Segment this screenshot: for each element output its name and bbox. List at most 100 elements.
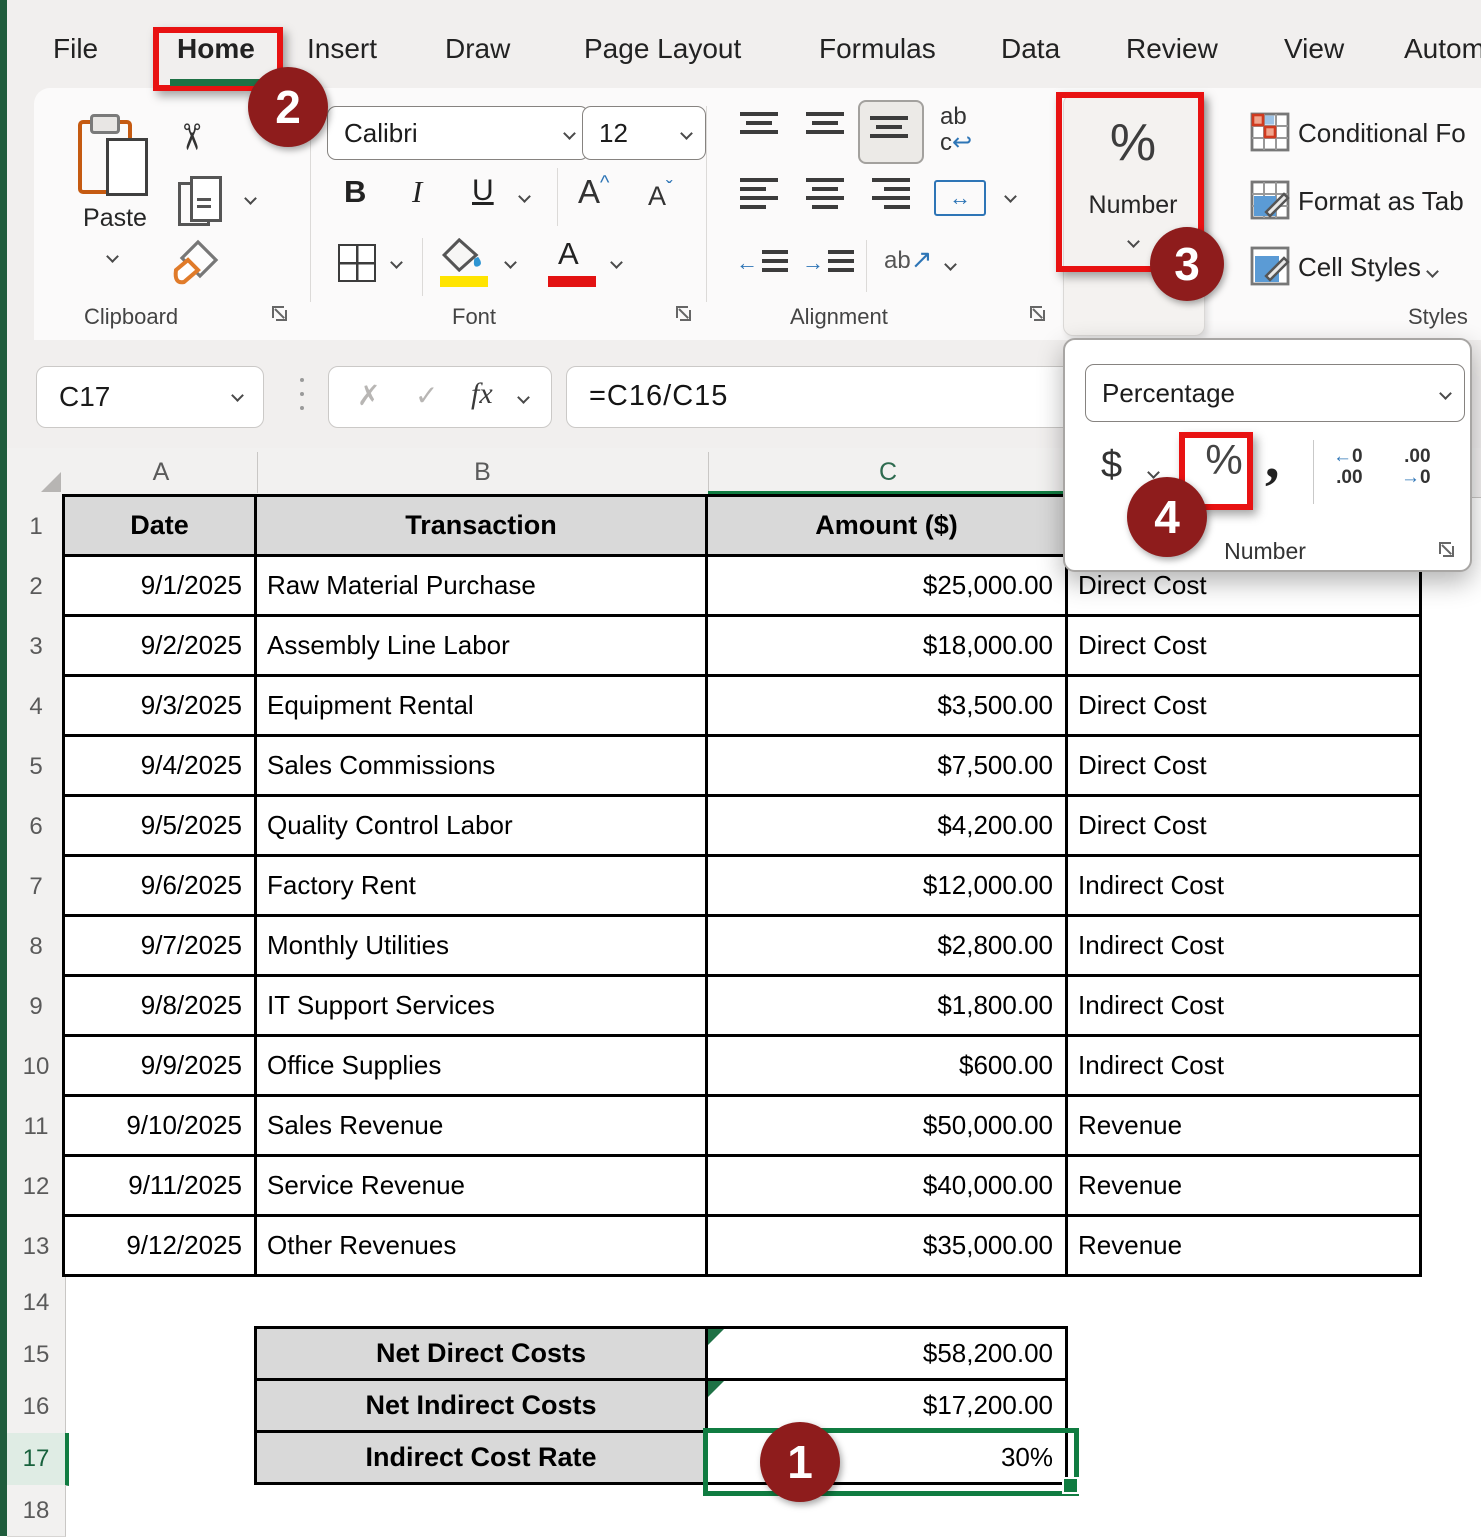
- cell-B7[interactable]: Factory Rent: [257, 857, 705, 914]
- decrease-decimal-button[interactable]: .00 →0: [1401, 446, 1431, 488]
- tab-page-layout[interactable]: Page Layout: [584, 24, 741, 74]
- tab-data[interactable]: Data: [1001, 24, 1060, 74]
- cell-B11[interactable]: Sales Revenue: [257, 1097, 705, 1154]
- cell-D7[interactable]: Indirect Cost: [1068, 857, 1419, 914]
- align-left-button[interactable]: [740, 178, 778, 209]
- row-header-18[interactable]: 18: [7, 1485, 66, 1537]
- cell-C4[interactable]: $3,500.00: [708, 677, 1065, 734]
- cell-C2[interactable]: $25,000.00: [708, 557, 1065, 614]
- middle-align-button[interactable]: [806, 112, 844, 134]
- cell-C8[interactable]: $2,800.00: [708, 917, 1065, 974]
- decrease-font-size-button[interactable]: Aˇ: [648, 178, 673, 212]
- column-header-A[interactable]: A: [65, 448, 257, 497]
- top-align-button[interactable]: [740, 112, 778, 134]
- increase-decimal-button[interactable]: ←0 .00: [1333, 446, 1363, 488]
- name-box-chevron[interactable]: [231, 389, 244, 402]
- cut-icon[interactable]: ✂: [170, 122, 212, 152]
- row-header-8[interactable]: 8: [7, 917, 66, 978]
- copy-icon[interactable]: [178, 176, 224, 226]
- format-painter-icon[interactable]: [172, 238, 220, 286]
- cell-B12[interactable]: Service Revenue: [257, 1157, 705, 1214]
- fill-handle[interactable]: [1062, 1477, 1079, 1494]
- tab-automate[interactable]: Autom: [1404, 24, 1481, 74]
- underline-button[interactable]: U: [472, 174, 494, 208]
- cell-styles-icon[interactable]: [1250, 246, 1290, 286]
- cell-A13[interactable]: 9/12/2025: [65, 1217, 254, 1274]
- cell-C15[interactable]: $58,200.00: [708, 1329, 1065, 1378]
- cell-C12[interactable]: $40,000.00: [708, 1157, 1065, 1214]
- cancel-icon[interactable]: ✗: [357, 379, 380, 412]
- cell-D6[interactable]: Direct Cost: [1068, 797, 1419, 854]
- row-header-3[interactable]: 3: [7, 617, 66, 678]
- cell-A10[interactable]: 9/9/2025: [65, 1037, 254, 1094]
- comma-style-button[interactable]: ,: [1265, 424, 1280, 491]
- cell-C10[interactable]: $600.00: [708, 1037, 1065, 1094]
- cell-D9[interactable]: Indirect Cost: [1068, 977, 1419, 1034]
- cell-A6[interactable]: 9/5/2025: [65, 797, 254, 854]
- row-header-17-selected[interactable]: 17: [7, 1433, 69, 1486]
- tab-draw[interactable]: Draw: [445, 24, 510, 74]
- cell-B4[interactable]: Equipment Rental: [257, 677, 705, 734]
- cell-A12[interactable]: 9/11/2025: [65, 1157, 254, 1214]
- row-header-4[interactable]: 4: [7, 677, 66, 738]
- cell-D5[interactable]: Direct Cost: [1068, 737, 1419, 794]
- tab-review[interactable]: Review: [1126, 24, 1218, 74]
- cell-B17[interactable]: Indirect Cost Rate: [257, 1433, 705, 1482]
- cell-D13[interactable]: Revenue: [1068, 1217, 1419, 1274]
- cell-C3[interactable]: $18,000.00: [708, 617, 1065, 674]
- row-header-10[interactable]: 10: [7, 1037, 66, 1098]
- font-dialog-launcher-icon[interactable]: [676, 306, 691, 321]
- text-orientation-button[interactable]: ab↗: [884, 244, 933, 275]
- insert-function-icon[interactable]: fx: [471, 377, 493, 411]
- number-format-combobox[interactable]: Percentage: [1085, 364, 1465, 422]
- name-box[interactable]: C17: [36, 366, 264, 428]
- cell-D12[interactable]: Revenue: [1068, 1157, 1419, 1214]
- column-header-B[interactable]: B: [257, 448, 708, 497]
- row-header-7[interactable]: 7: [7, 857, 66, 918]
- merge-center-button[interactable]: ↔: [934, 180, 986, 216]
- tab-view[interactable]: View: [1284, 24, 1344, 74]
- percent-style-button[interactable]: %: [1193, 436, 1255, 484]
- tab-home[interactable]: Home: [177, 24, 255, 74]
- cell-B10[interactable]: Office Supplies: [257, 1037, 705, 1094]
- cell-C11[interactable]: $50,000.00: [708, 1097, 1065, 1154]
- cell-B16[interactable]: Net Indirect Costs: [257, 1381, 705, 1430]
- row-header-15[interactable]: 15: [7, 1329, 66, 1382]
- bottom-align-button[interactable]: [870, 116, 908, 138]
- row-header-16[interactable]: 16: [7, 1381, 66, 1434]
- tab-insert[interactable]: Insert: [307, 24, 377, 74]
- cell-C9[interactable]: $1,800.00: [708, 977, 1065, 1034]
- cell-D11[interactable]: Revenue: [1068, 1097, 1419, 1154]
- clipboard-dialog-launcher-icon[interactable]: [272, 306, 287, 321]
- cell-A9[interactable]: 9/8/2025: [65, 977, 254, 1034]
- cell-styles-button[interactable]: Cell Styles: [1298, 252, 1437, 283]
- fx-chevron[interactable]: [517, 391, 530, 404]
- row-header-14[interactable]: 14: [7, 1277, 66, 1330]
- row-header-1[interactable]: 1: [7, 497, 66, 558]
- cell-A7[interactable]: 9/6/2025: [65, 857, 254, 914]
- cell-B5[interactable]: Sales Commissions: [257, 737, 705, 794]
- cell-A4[interactable]: 9/3/2025: [65, 677, 254, 734]
- select-all-corner[interactable]: [7, 448, 66, 498]
- cell-B13[interactable]: Other Revenues: [257, 1217, 705, 1274]
- align-center-button[interactable]: [806, 178, 844, 209]
- format-as-table-button[interactable]: Format as Tab: [1298, 186, 1464, 217]
- tab-file[interactable]: File: [53, 24, 98, 74]
- cell-B1[interactable]: Transaction: [257, 497, 705, 554]
- cell-D4[interactable]: Direct Cost: [1068, 677, 1419, 734]
- cell-D10[interactable]: Indirect Cost: [1068, 1037, 1419, 1094]
- wrap-text-button[interactable]: abc↩: [940, 104, 1000, 160]
- paste-button[interactable]: [78, 114, 148, 198]
- cell-C6[interactable]: $4,200.00: [708, 797, 1065, 854]
- number-format-chevron[interactable]: [1439, 387, 1452, 400]
- font-size-chevron[interactable]: [680, 127, 693, 140]
- cell-C13[interactable]: $35,000.00: [708, 1217, 1065, 1274]
- cell-B15[interactable]: Net Direct Costs: [257, 1329, 705, 1378]
- alignment-dialog-launcher-icon[interactable]: [1030, 306, 1045, 321]
- italic-button[interactable]: I: [412, 174, 422, 210]
- font-name-chevron[interactable]: [563, 127, 576, 140]
- cell-C7[interactable]: $12,000.00: [708, 857, 1065, 914]
- row-header-5[interactable]: 5: [7, 737, 66, 798]
- cell-B3[interactable]: Assembly Line Labor: [257, 617, 705, 674]
- enter-icon[interactable]: ✓: [415, 379, 438, 412]
